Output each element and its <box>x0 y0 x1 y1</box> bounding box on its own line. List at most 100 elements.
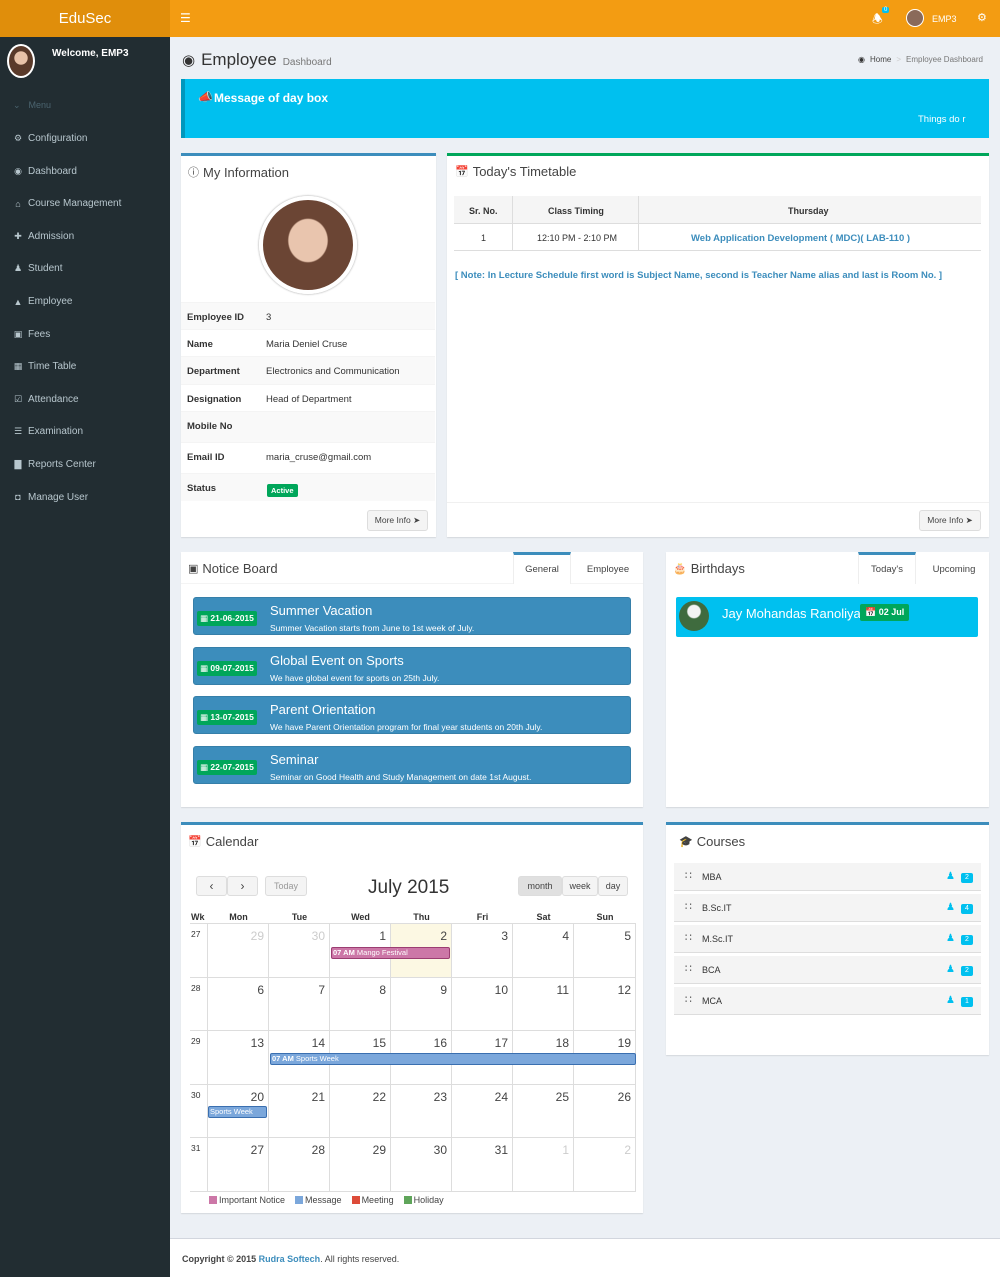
calendar-day-cell[interactable]: 1 <box>513 1138 574 1192</box>
calendar-icon: ▦ <box>200 613 209 623</box>
company-link[interactable]: Rudra Softech <box>259 1254 321 1264</box>
calendar-day-cell[interactable]: 31 <box>452 1138 513 1192</box>
sidebar-item-admission[interactable]: ✚ Admission <box>13 231 74 242</box>
course-item[interactable]: ∷ BCA ♟ 2 <box>674 956 981 984</box>
course-item[interactable]: ∷ B.Sc.IT ♟ 4 <box>674 894 981 922</box>
calendar-day-cell[interactable]: 9 <box>391 977 452 1031</box>
breadcrumb-current: Employee Dashboard <box>906 55 983 64</box>
calendar-event[interactable]: Sports Week <box>208 1106 267 1118</box>
users-icon: ♟ <box>13 263 23 274</box>
sidebar-item-dashboard[interactable]: ◉ Dashboard <box>13 166 77 177</box>
calendar-prev-button[interactable]: ‹ <box>196 876 227 896</box>
calendar-day-cell[interactable]: 22 <box>330 1084 391 1138</box>
notification-count: 0 <box>882 7 890 13</box>
sidebar-item-configuration[interactable]: ⚙ Configuration <box>13 133 88 144</box>
info-row: Designation Head of Department <box>181 384 435 411</box>
calendar-day-cell[interactable]: 23 <box>391 1084 452 1138</box>
view-month-button[interactable]: month <box>518 876 562 896</box>
sidebar-item-fees[interactable]: ▣ Fees <box>13 329 51 340</box>
sidebar-item-manage-user[interactable]: ◘ Manage User <box>13 492 88 503</box>
calendar-today-button[interactable]: Today <box>265 876 307 896</box>
sidebar-item-course-management[interactable]: ⌂ Course Management <box>13 198 121 209</box>
notice-board-box: ▣ Notice Board General Employee ▦ 21-06-… <box>181 552 643 807</box>
tab-general[interactable]: General <box>513 552 571 584</box>
calendar-day-cell[interactable]: 11 <box>513 977 574 1031</box>
calendar-day-cell[interactable]: 26 <box>574 1084 636 1138</box>
view-day-button[interactable]: day <box>598 876 628 896</box>
tt-cell-srno: 1 <box>481 233 487 243</box>
notice-item[interactable]: ▦ 22-07-2015 Seminar Seminar on Good Healt… <box>193 746 631 785</box>
sidebar-item-time-table[interactable]: ▦ Time Table <box>13 361 77 372</box>
menu-header[interactable]: ⌄ Menu <box>13 100 51 111</box>
file-text-icon: ☰ <box>13 426 23 437</box>
notice-item[interactable]: ▦ 13-07-2015 Parent Orientation We have Pa… <box>193 696 631 735</box>
notice-item[interactable]: ▦ 09-07-2015 Global Event on Sports We hav… <box>193 646 631 685</box>
calendar-day-cell[interactable]: 6 <box>208 977 269 1031</box>
bell-icon[interactable]: 🕭 <box>872 10 883 31</box>
drag-handle-icon[interactable]: ∷ <box>685 869 692 882</box>
course-count-badge: 2 <box>961 873 973 883</box>
calendar-day-cell[interactable]: 28 <box>269 1138 330 1192</box>
calendar-next-button[interactable]: › <box>227 876 258 896</box>
users-icon: ♟ <box>946 871 955 882</box>
notice-board-title: Notice Board <box>202 561 278 576</box>
sidebar-item-attendance[interactable]: ☑ Attendance <box>13 394 79 405</box>
legend-item: Important Notice <box>209 1195 285 1205</box>
calendar-day-cell[interactable]: 29 <box>330 1138 391 1192</box>
breadcrumb-home[interactable]: Home <box>870 55 891 64</box>
sidebar-item-reports-center[interactable]: ▇ Reports Center <box>13 459 96 470</box>
sidebar-item-examination[interactable]: ☰ Examination <box>13 426 83 437</box>
calendar-box: 📅 Calendar ‹ › Today July 2015 month wee… <box>181 822 643 1213</box>
sidebar-item-employee[interactable]: ▲ Employee <box>13 296 73 307</box>
calendar-icon: 📅 <box>188 836 202 848</box>
calendar-day-cell[interactable]: 4 <box>513 924 574 978</box>
user-avatar[interactable] <box>906 9 924 27</box>
drag-handle-icon[interactable]: ∷ <box>685 931 692 944</box>
calendar-day-cell[interactable]: 13 <box>208 1031 269 1085</box>
day-number: 26 <box>617 1089 631 1104</box>
drag-handle-icon[interactable]: ∷ <box>685 993 692 1006</box>
drag-handle-icon[interactable]: ∷ <box>685 900 692 913</box>
tt-cell-lecture[interactable]: Web Application Development ( MDC)( LAB-… <box>691 233 910 244</box>
timetable-more-button[interactable]: More Info ➤ <box>919 510 981 531</box>
menu-toggle-icon[interactable]: ☰ <box>180 11 191 25</box>
course-item[interactable]: ∷ M.Sc.IT ♟ 2 <box>674 925 981 953</box>
tab-employee[interactable]: Employee <box>577 552 639 584</box>
calendar-day-cell[interactable]: 27 <box>208 1138 269 1192</box>
calendar-day-cell[interactable]: 21 <box>269 1084 330 1138</box>
course-item[interactable]: ∷ MCA ♟ 1 <box>674 987 981 1015</box>
course-count-badge: 4 <box>961 904 973 914</box>
course-item[interactable]: ∷ MBA ♟ 2 <box>674 863 981 891</box>
birthday-item: Jay Mohandas Ranoliya 📅 02 Jul <box>676 597 978 637</box>
calendar-day-cell[interactable]: 24 <box>452 1084 513 1138</box>
notice-item[interactable]: ▦ 21-06-2015 Summer Vacation Summer Vacati… <box>193 597 631 635</box>
my-info-more-button[interactable]: More Info ➤ <box>367 510 428 531</box>
notice-text: Summer Vacation starts from June to 1st … <box>270 623 475 633</box>
calendar-day-cell[interactable]: 3 <box>452 924 513 978</box>
calendar-day-cell[interactable]: 5 <box>574 924 636 978</box>
brand-logo[interactable]: EduSec <box>0 0 170 37</box>
settings-gears-icon[interactable]: ⚙ <box>977 11 987 24</box>
sidebar-item-student[interactable]: ♟ Student <box>13 263 63 274</box>
drag-handle-icon[interactable]: ∷ <box>685 962 692 975</box>
calendar-day-cell[interactable]: 2 <box>574 1138 636 1192</box>
tab-upcoming[interactable]: Upcoming <box>922 552 986 584</box>
calendar-event[interactable]: 07 AM Sports Week <box>270 1053 636 1065</box>
calendar-day-cell[interactable]: 10 <box>452 977 513 1031</box>
breadcrumb: ◉ Home > Employee Dashboard <box>858 55 983 64</box>
tab-todays[interactable]: Today's <box>858 552 916 584</box>
calendar-day-cell[interactable]: 30 <box>269 924 330 978</box>
notice-text: We have global event for sports on 25th … <box>270 672 440 683</box>
calendar-day-cell[interactable]: 25 <box>513 1084 574 1138</box>
calendar-grid: Wk Mon Tue Wed Thu Fri Sat Sun 27 29 30 1 2 3 4 5 28 6 7 8 9… <box>190 912 636 1193</box>
calendar-day-cell[interactable]: 29 <box>208 924 269 978</box>
username[interactable]: EMP3 <box>932 14 957 24</box>
notice-date-badge: ▦ 13-07-2015 <box>197 710 257 726</box>
calendar-day-cell[interactable]: 12 <box>574 977 636 1031</box>
course-name: B.Sc.IT <box>702 903 732 913</box>
calendar-day-cell[interactable]: 8 <box>330 977 391 1031</box>
view-week-button[interactable]: week <box>562 876 598 896</box>
calendar-event[interactable]: 07 AM Mango Festival <box>331 947 450 959</box>
calendar-day-cell[interactable]: 7 <box>269 977 330 1031</box>
calendar-day-cell[interactable]: 30 <box>391 1138 452 1192</box>
